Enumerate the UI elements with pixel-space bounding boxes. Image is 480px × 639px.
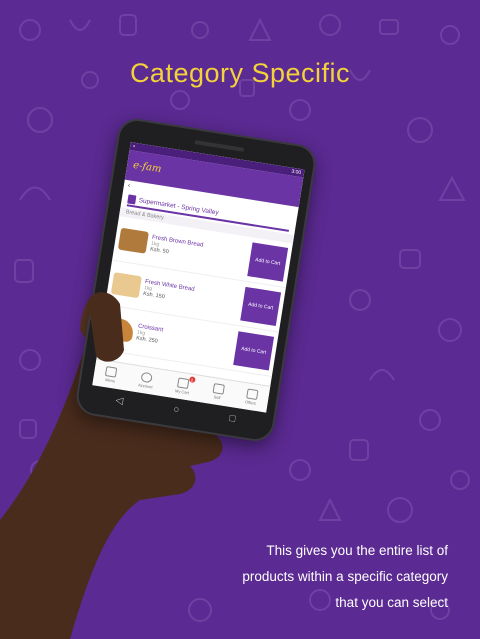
white-bread-image — [110, 272, 142, 299]
product-info: Croissant 1kg Ksh. 250 — [136, 324, 234, 357]
app-screen: ▪ 3:00 e-fam ‹ Supermarket - Spring Vall… — [92, 142, 305, 413]
status-icons: ▪ — [132, 143, 136, 150]
nav-label: Account — [137, 382, 153, 390]
caption-line: that you can select — [335, 595, 448, 610]
nav-label: My Cart — [174, 388, 190, 396]
caption-line: This gives you the entire list of — [266, 543, 448, 558]
cart-badge: 2 — [188, 376, 196, 384]
back-key-icon[interactable]: ◁ — [115, 394, 124, 406]
nav-label: Sell — [213, 394, 221, 401]
add-to-cart-button[interactable]: Add to Cart — [233, 331, 275, 371]
nav-label: Offers — [244, 399, 257, 406]
croissant-image — [103, 316, 135, 343]
caption-line: products within a specific category — [242, 569, 448, 584]
nav-menu[interactable]: Menu — [104, 366, 118, 384]
offer-icon — [245, 388, 259, 400]
cart-icon — [177, 377, 190, 390]
brown-bread-image — [117, 227, 149, 254]
product-info: Fresh Brown Bread 1kg Ksh. 50 — [150, 235, 248, 268]
recents-key-icon[interactable]: □ — [229, 412, 237, 424]
product-info: Fresh White Bread 1kg Ksh. 150 — [143, 279, 241, 312]
add-to-cart-button[interactable]: Add to Cart — [240, 286, 282, 327]
basket-icon — [212, 383, 225, 395]
store-icon — [127, 193, 137, 205]
home-key-icon[interactable]: ○ — [172, 404, 180, 416]
nav-account[interactable]: Account — [138, 371, 155, 389]
phone-speaker — [194, 140, 245, 152]
back-arrow-icon[interactable]: ‹ — [127, 182, 130, 189]
add-to-cart-button[interactable]: Add to Cart — [247, 242, 289, 282]
app-logo: e-fam — [132, 159, 163, 176]
user-icon — [140, 371, 153, 384]
nav-offers[interactable]: Offers — [244, 388, 259, 406]
nav-label: Menu — [104, 377, 116, 384]
description-caption: This gives you the entire list of produc… — [148, 538, 448, 616]
nav-cart[interactable]: 2 My Cart — [174, 376, 196, 396]
menu-icon — [105, 366, 118, 378]
nav-sell[interactable]: Sell — [211, 383, 225, 401]
